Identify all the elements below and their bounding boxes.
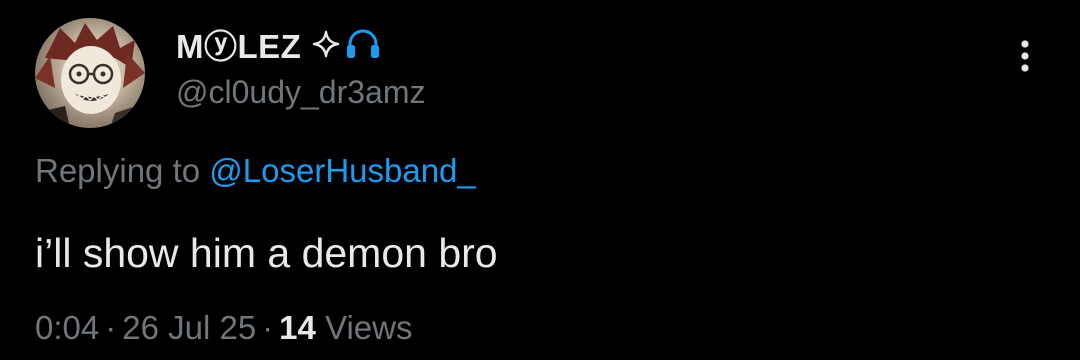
display-name[interactable]: MⓨLEZ xyxy=(176,20,301,68)
meta-separator: · xyxy=(262,309,274,346)
avatar-image xyxy=(35,23,145,128)
sparkle-icon xyxy=(311,29,341,59)
tweet-text: i’ll show him a demon bro xyxy=(35,230,498,276)
reply-context: Replying to @LoserHusband_ xyxy=(35,152,476,190)
tweet-meta: 0:04 · 26 Jul 25 · 14 Views xyxy=(35,309,413,347)
display-name-row: MⓨLEZ xyxy=(176,22,381,66)
views-label[interactable]: Views xyxy=(325,309,412,346)
tweet-time[interactable]: 0:04 xyxy=(35,309,99,346)
views-count[interactable]: 14 xyxy=(279,309,316,346)
reply-mention-link[interactable]: @LoserHusband_ xyxy=(209,152,476,189)
headphones-icon xyxy=(345,27,381,61)
more-vertical-icon xyxy=(1021,40,1029,72)
user-handle[interactable]: @cl0udy_dr3amz xyxy=(176,74,425,111)
reply-prefix: Replying to xyxy=(35,152,210,189)
meta-separator: · xyxy=(105,309,117,346)
tweet-date[interactable]: 26 Jul 25 xyxy=(122,309,256,346)
tweet-card: MⓨLEZ @cl0udy_dr3amz Replying to @LoserH… xyxy=(0,0,1080,360)
more-options-button[interactable] xyxy=(1005,36,1045,76)
name-icons xyxy=(311,27,381,61)
avatar[interactable] xyxy=(35,18,145,128)
